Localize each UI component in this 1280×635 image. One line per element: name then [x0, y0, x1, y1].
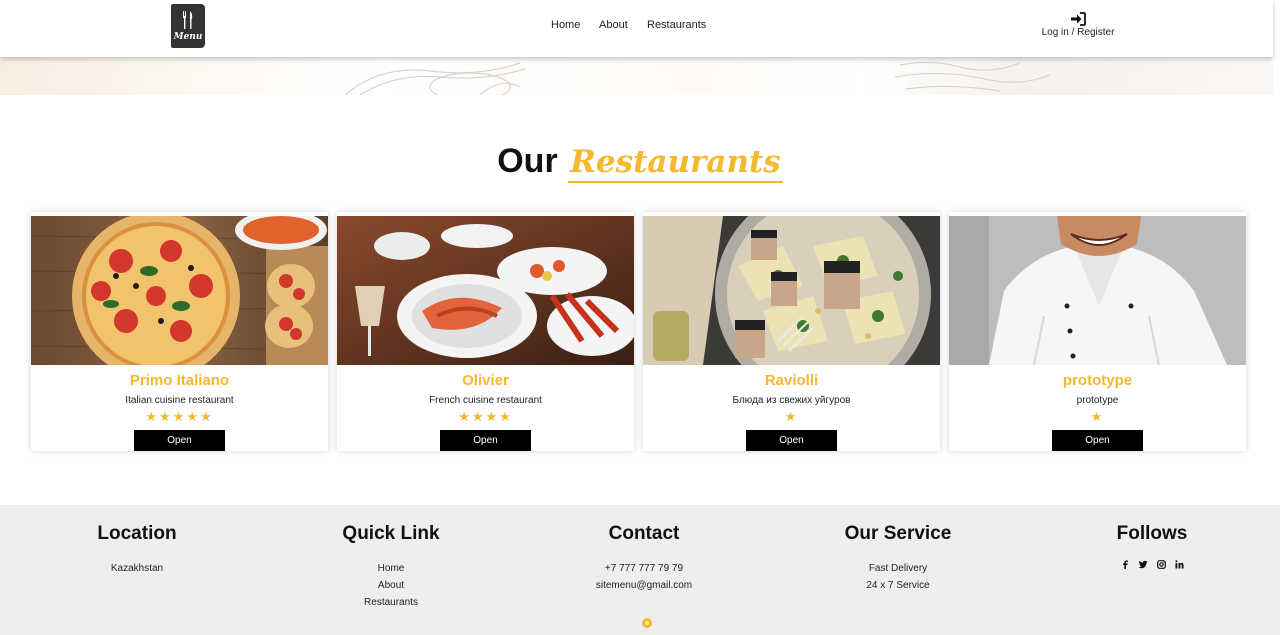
rating-stars: ★★★★ [458, 409, 513, 424]
restaurant-card: prototype prototype ★ Open [949, 212, 1246, 451]
food-sketch-decoration [344, 61, 1051, 95]
rating-stars: ★ [784, 409, 799, 424]
title-our: Our [497, 142, 558, 180]
footer-heading: Location [97, 523, 177, 544]
rating-stars: ★★★★★ [145, 409, 214, 424]
restaurant-photo-pizza [31, 216, 328, 365]
footer-heading: Contact [608, 523, 680, 544]
nav-home[interactable]: Home [551, 19, 580, 31]
contact-phone[interactable]: +7 777 777 79 79 [524, 560, 764, 577]
contact-email[interactable]: sitemenu@gmail.com [524, 577, 764, 594]
login-label: Log in / Register [1041, 27, 1115, 38]
footer-heading: Quick Link [342, 523, 440, 544]
open-button[interactable]: Open [1052, 430, 1143, 451]
title-restaurants: Restaurants [568, 143, 783, 183]
footer-location: Location Kazakhstan [17, 523, 257, 577]
service-item: 24 x 7 Service [866, 580, 930, 591]
location-country: Kazakhstan [110, 563, 164, 574]
linkedin-icon[interactable] [1174, 560, 1184, 571]
footer-quick-links: Quick Link Home About Restaurants [271, 523, 511, 611]
footer-link-about[interactable]: About [271, 577, 511, 594]
restaurant-description: Блюда из свежих уйгуров [732, 395, 851, 406]
login-register-link[interactable]: Log in / Register [1040, 12, 1116, 38]
restaurant-description: Italian cuisine restaurant [125, 395, 234, 406]
restaurant-photo-seafood [337, 216, 634, 365]
hero-banner [0, 57, 1273, 95]
footer-link-home[interactable]: Home [271, 560, 511, 577]
footer-link-restaurants[interactable]: Restaurants [271, 594, 511, 611]
restaurant-photo-ravioli [643, 216, 940, 365]
footer-heading: Follows [1116, 523, 1188, 544]
restaurant-name: Primo Italiano [129, 372, 230, 389]
restaurant-photo-chef [949, 216, 1246, 365]
open-button[interactable]: Open [134, 430, 225, 451]
nav-about[interactable]: About [599, 19, 628, 31]
open-button[interactable]: Open [440, 430, 531, 451]
footer-service: Our Service Fast Delivery 24 x 7 Service [778, 523, 1018, 594]
social-links [1032, 560, 1272, 571]
instagram-icon[interactable] [1156, 560, 1166, 571]
section-title: Our Restaurants [0, 142, 1280, 183]
twitter-icon[interactable] [1138, 560, 1148, 571]
footer-heading: Our Service [844, 523, 952, 544]
site-footer: Location Kazakhstan Quick Link Home Abou… [0, 505, 1280, 635]
sign-in-icon [1071, 12, 1086, 26]
scroll-indicator-dot[interactable] [642, 618, 652, 628]
footer-contact: Contact +7 777 777 79 79 sitemenu@gmail.… [524, 523, 764, 594]
restaurant-card: Raviolli Блюда из свежих уйгуров ★ Open [643, 212, 940, 451]
restaurant-card: Primo Italiano Italian cuisine restauran… [31, 212, 328, 451]
logo-text: Menu [173, 32, 203, 42]
nav-restaurants[interactable]: Restaurants [647, 19, 706, 31]
service-item: Fast Delivery [868, 563, 928, 574]
restaurant-name: prototype [1062, 372, 1133, 389]
restaurant-name: Raviolli [764, 372, 819, 389]
site-header: Menu Home About Restaurants Log in / Reg… [0, 0, 1273, 57]
footer-follows: Follows [1032, 523, 1272, 571]
restaurant-card: Olivier French cuisine restaurant ★★★★ O… [337, 212, 634, 451]
facebook-icon[interactable] [1121, 560, 1129, 571]
restaurant-description: prototype [1076, 395, 1119, 406]
open-button[interactable]: Open [746, 430, 837, 451]
restaurant-description: French cuisine restaurant [429, 395, 542, 406]
rating-stars: ★ [1090, 409, 1105, 424]
restaurant-name: Olivier [462, 372, 509, 389]
